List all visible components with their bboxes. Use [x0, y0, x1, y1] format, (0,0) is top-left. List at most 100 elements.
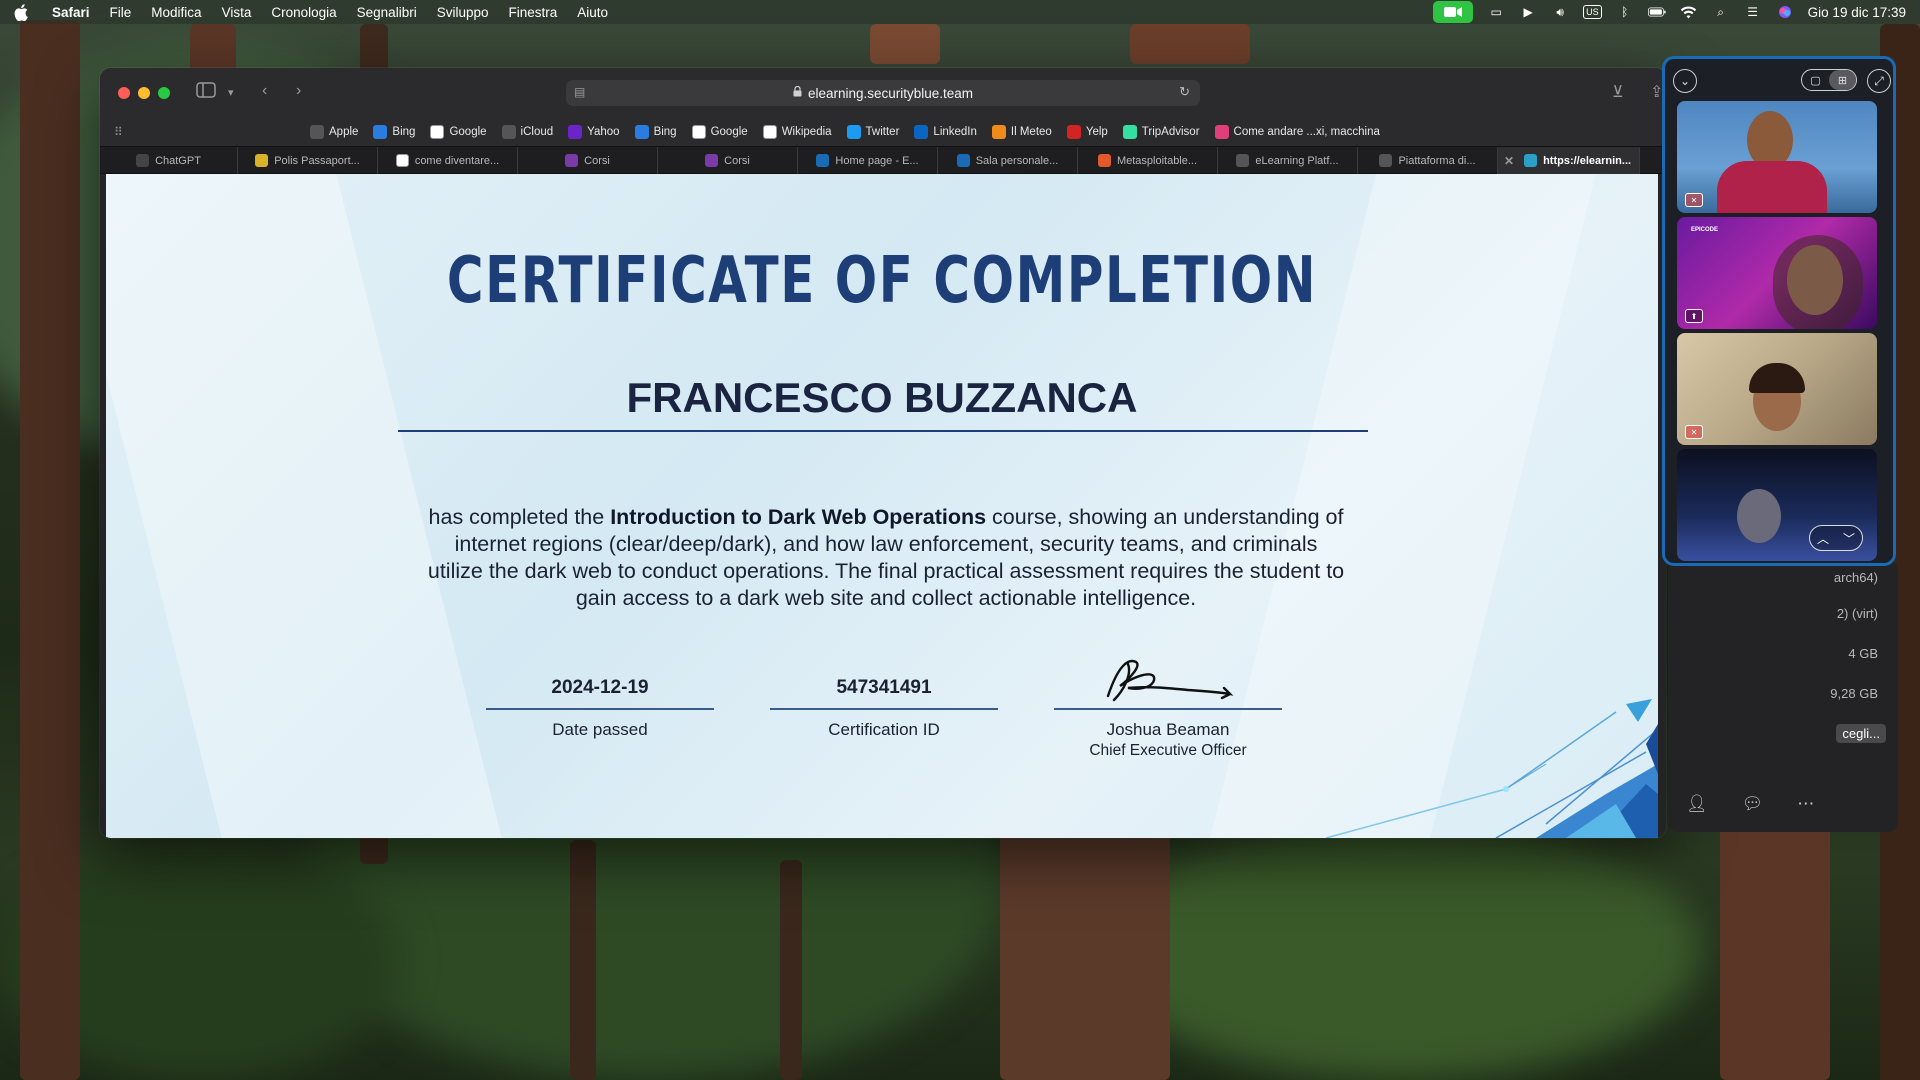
bluetooth-icon[interactable]: ᛒ [1616, 5, 1634, 19]
menu-bookmarks[interactable]: Segnalibri [357, 5, 417, 20]
menu-develop[interactable]: Sviluppo [437, 5, 489, 20]
info-row: 2) (virt) [1836, 606, 1878, 621]
input-source-indicator[interactable]: US [1583, 5, 1602, 19]
menu-view[interactable]: Vista [222, 5, 252, 20]
bookmark-item[interactable]: TripAdvisor [1122, 125, 1200, 139]
tab-group-chevron-icon[interactable]: ▾ [228, 86, 234, 99]
tab[interactable]: ChatGPT [100, 147, 238, 174]
bookmark-item[interactable]: Come andare ...xi, macchina [1214, 125, 1380, 139]
call-controls: 👤︎ 💬︎ ⋯ [1686, 794, 1814, 814]
people-icon[interactable]: 👤︎ [1686, 794, 1708, 814]
minimize-window-button[interactable] [138, 87, 150, 99]
close-window-button[interactable] [118, 87, 130, 99]
bookmark-item[interactable]: Bing [373, 125, 415, 139]
tab-label: ChatGPT [155, 154, 201, 167]
tab[interactable]: Corsi [658, 147, 798, 174]
messages-icon[interactable]: 💬︎ [1742, 794, 1764, 814]
downloads-icon[interactable]: ⊻ [1612, 82, 1624, 102]
bookmark-item[interactable]: Il Meteo [991, 125, 1052, 139]
participant-video-1[interactable]: ✕ [1677, 101, 1877, 213]
bookmark-label: Google [710, 126, 748, 138]
bookmark-item[interactable]: Wikipedia [762, 125, 832, 139]
bookmark-item[interactable]: Yelp [1066, 125, 1108, 139]
tab[interactable]: Polis Passaport... [238, 147, 378, 174]
bookmark-item[interactable]: Bing [634, 125, 677, 139]
menu-bar: Safari File Modifica Vista Cronologia Se… [0, 0, 1920, 24]
bookmark-label: Bing [392, 126, 416, 138]
mic-muted-icon: ✕ [1685, 193, 1703, 207]
close-tab-icon[interactable]: ✕ [1504, 154, 1514, 168]
forward-arrow-icon[interactable]: › [296, 82, 301, 100]
bookmark-item[interactable]: Apple [310, 125, 358, 139]
tab-label: Piattaforma di... [1398, 154, 1476, 167]
reload-icon[interactable]: ↻ [1179, 84, 1190, 100]
tab[interactable]: Metasploitable... [1078, 147, 1218, 174]
tab-label: https://elearnin... [1543, 154, 1632, 167]
twitter-icon [846, 125, 861, 139]
single-view-icon[interactable]: ▢ [1802, 70, 1829, 90]
control-center-icon[interactable]: ☰ [1744, 5, 1762, 19]
now-playing-icon[interactable]: ▶ [1519, 5, 1537, 19]
screen-mirroring-icon[interactable]: ▭ [1487, 5, 1505, 19]
menu-clock[interactable]: Gio 19 dic 17:39 [1808, 5, 1906, 20]
scroll-up-icon[interactable]: ︿ [1817, 530, 1829, 547]
tab[interactable]: Piattaforma di... [1358, 147, 1498, 174]
bookmark-item[interactable]: LinkedIn [914, 125, 977, 139]
site-settings-icon[interactable]: ▤ [574, 85, 585, 99]
bookmark-item[interactable]: iCloud [501, 125, 554, 139]
menu-help[interactable]: Aiuto [577, 5, 608, 20]
info-row: 9,28 GB [1830, 686, 1878, 701]
bookmark-label: Il Meteo [1010, 126, 1052, 138]
grid-view-icon[interactable]: ⊞ [1829, 70, 1856, 90]
collapse-chevron-icon[interactable]: ⌄ [1673, 69, 1697, 93]
tab[interactable]: Sala personale... [938, 147, 1078, 174]
tab[interactable]: Corsi [518, 147, 658, 174]
siri-icon[interactable] [1776, 5, 1794, 19]
bookmarks-bar: ⠿ Apple Bing Google iCloud Yahoo Bing Google Wik… [100, 118, 1666, 146]
bookmark-item[interactable]: Twitter [846, 125, 899, 139]
facetime-background-window: arch64) 2) (virt) 4 GB 9,28 GB cegli... … [1668, 560, 1898, 832]
menu-edit[interactable]: Modifica [151, 5, 201, 20]
choose-button[interactable]: cegli... [1836, 724, 1886, 743]
menu-file[interactable]: File [110, 5, 132, 20]
certificate-description: has completed the Introduction to Dark W… [426, 504, 1346, 612]
menu-history[interactable]: Cronologia [271, 5, 336, 20]
decorative-corner-graphic [1325, 699, 1658, 838]
bookmark-item[interactable]: Yahoo [568, 125, 620, 139]
tab[interactable]: Home page - E... [798, 147, 938, 174]
participant-video-4[interactable]: ︿ ﹀ [1677, 449, 1877, 561]
layout-switcher[interactable]: ▢ ⊞ [1801, 69, 1857, 91]
more-icon[interactable]: ⋯ [1797, 794, 1814, 814]
menu-app-name[interactable]: Safari [52, 5, 90, 20]
tab[interactable]: eLearning Platf... [1218, 147, 1358, 174]
bookmark-label: iCloud [520, 126, 554, 138]
bookmarks-grid-icon[interactable]: ⠿ [114, 125, 123, 139]
tab[interactable]: come diventare... [378, 147, 518, 174]
sidebar-toggle-icon[interactable] [196, 82, 216, 103]
address-bar[interactable]: ▤ elearning.securityblue.team ↻ [566, 80, 1200, 106]
tab-label: Corsi [584, 154, 610, 167]
scroll-down-icon[interactable]: ﹀ [1843, 530, 1855, 547]
scroll-participants-control[interactable]: ︿ ﹀ [1809, 525, 1863, 551]
bookmark-item[interactable]: Google [691, 125, 748, 139]
spotlight-search-icon[interactable]: ⌕ [1712, 5, 1730, 19]
tab-active[interactable]: ✕ https://elearnin... [1498, 147, 1640, 174]
apple-menu-icon[interactable] [14, 3, 30, 21]
menu-window[interactable]: Finestra [509, 5, 558, 20]
participant-hair [1773, 235, 1863, 329]
participant-video-3[interactable]: ✕ [1677, 333, 1877, 445]
participant-video-2[interactable]: EPICODE ⬆ [1677, 217, 1877, 329]
wifi-icon[interactable] [1680, 5, 1698, 19]
maps-icon [1214, 125, 1229, 139]
tripadvisor-icon [1122, 125, 1137, 139]
fullscreen-icon[interactable]: ⤢ [1867, 69, 1891, 93]
volume-icon[interactable]: 🔊︎ [1551, 5, 1569, 19]
facetime-status-icon[interactable] [1433, 1, 1474, 23]
tab-label: Home page - E... [835, 154, 919, 167]
cert-id-underline [770, 708, 998, 710]
back-arrow-icon[interactable]: ‹ [262, 82, 267, 100]
bookmark-item[interactable]: Google [430, 125, 487, 139]
battery-icon[interactable] [1647, 5, 1666, 19]
yelp-icon [1066, 125, 1081, 139]
zoom-window-button[interactable] [158, 87, 170, 99]
